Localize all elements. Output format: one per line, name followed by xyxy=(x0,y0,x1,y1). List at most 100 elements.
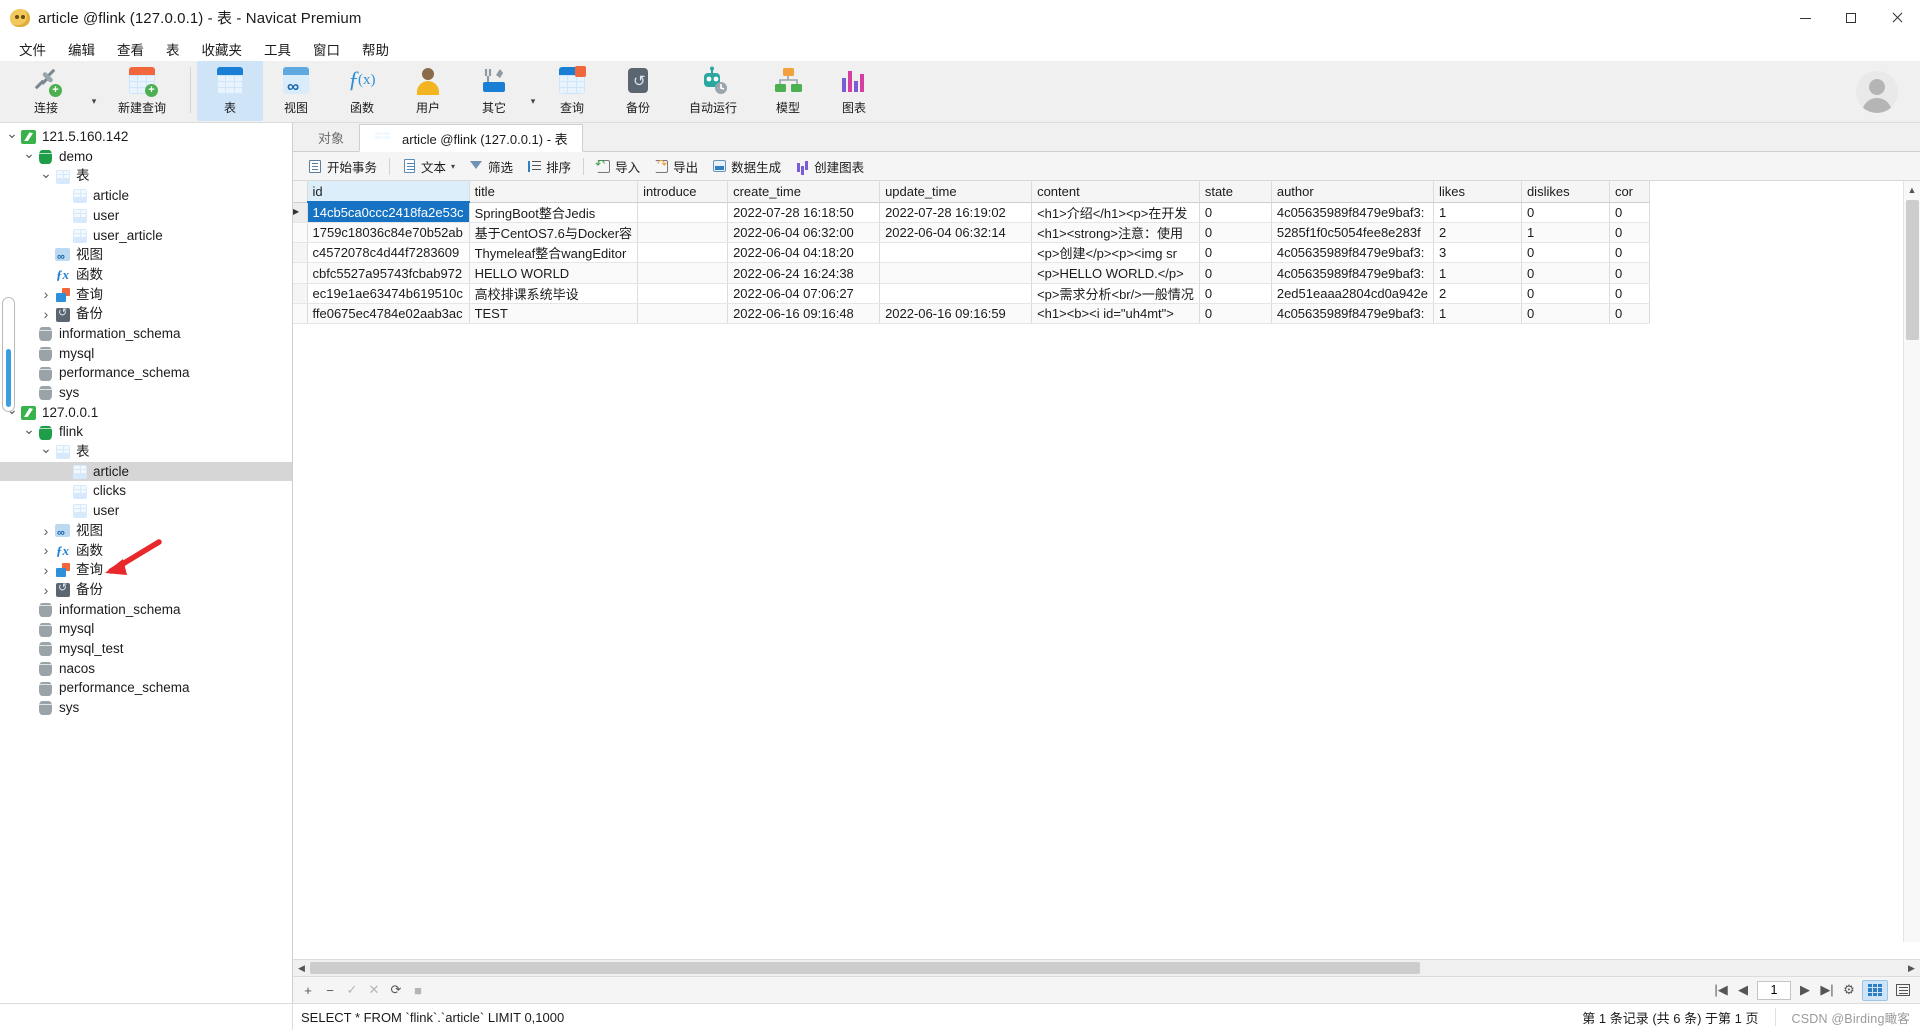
column-header-state[interactable]: state xyxy=(1199,181,1272,203)
cell-likes[interactable]: 1 xyxy=(1433,262,1522,284)
cell-introduce[interactable] xyxy=(637,262,729,284)
cell-author[interactable]: 4c05635989f8479e9baf3: xyxy=(1271,242,1434,264)
chevron-down-icon[interactable] xyxy=(38,443,54,460)
cell-cor[interactable]: 0 xyxy=(1609,222,1650,244)
tree-item-performance_schema[interactable]: performance_schema xyxy=(0,678,292,698)
cell-likes[interactable]: 2 xyxy=(1433,283,1522,304)
export-button[interactable]: 导出 xyxy=(647,155,705,178)
cell-author[interactable]: 4c05635989f8479e9baf3: xyxy=(1271,303,1434,325)
scroll-right-icon[interactable]: ▶ xyxy=(1903,960,1920,977)
hscroll-track[interactable] xyxy=(310,960,1903,977)
cell-content[interactable]: <p>需求分析<br/>一般情况 xyxy=(1031,283,1200,304)
ribbon-backup-button[interactable]: ↺ 备份 xyxy=(605,61,671,121)
menu-table[interactable]: 表 xyxy=(155,36,191,62)
cell-cor[interactable]: 0 xyxy=(1609,242,1650,264)
tree-item-[interactable]: ƒx 函数 xyxy=(0,540,292,560)
cell-cor[interactable]: 0 xyxy=(1609,283,1650,304)
cell-author[interactable]: 4c05635989f8479e9baf3: xyxy=(1271,262,1434,284)
column-header-introduce[interactable]: introduce xyxy=(637,181,729,203)
cell-introduce[interactable] xyxy=(637,283,729,304)
cell-state[interactable]: 0 xyxy=(1199,283,1272,304)
refresh-button[interactable]: ⟳ xyxy=(385,979,407,1001)
data-generate-button[interactable]: 数据生成 xyxy=(705,155,788,178)
cell-introduce[interactable] xyxy=(637,303,729,325)
menu-file[interactable]: 文件 xyxy=(8,36,57,62)
cell-author[interactable]: 5285f1f0c5054fee8e283f xyxy=(1271,222,1434,244)
first-page-button[interactable]: |◀ xyxy=(1710,979,1732,1001)
column-header-title[interactable]: title xyxy=(469,181,639,203)
tree-item-mysql[interactable]: mysql xyxy=(0,619,292,639)
tree-item-127001[interactable]: 127.0.0.1 xyxy=(0,403,292,423)
ribbon-connection-button[interactable]: + 连接 xyxy=(4,61,88,121)
ribbon-new-query-button[interactable]: + 新建查询 xyxy=(100,61,184,121)
sidebar-scrollbar[interactable] xyxy=(2,297,15,412)
text-button[interactable]: 文本 ▾ xyxy=(395,155,462,178)
cell-update_time[interactable]: 2022-06-16 09:16:59 xyxy=(879,303,1033,325)
ribbon-model-button[interactable]: 模型 xyxy=(755,61,821,121)
page-number-input[interactable]: 1 xyxy=(1757,980,1791,1000)
cell-dislikes[interactable]: 0 xyxy=(1521,283,1610,304)
table-row[interactable]: ▶ 14cb5ca0ccc2418fa2e53c SpringBoot整合Jedis… xyxy=(293,202,1650,223)
other-dropdown-caret-icon[interactable]: ▾ xyxy=(527,91,539,106)
cell-state[interactable]: 0 xyxy=(1199,222,1272,244)
prev-page-button[interactable]: ◀ xyxy=(1732,979,1754,1001)
minimize-button[interactable] xyxy=(1782,0,1828,36)
form-view-icon[interactable] xyxy=(1890,980,1916,1001)
cell-id[interactable]: ffe0675ec4784e02aab3ac xyxy=(307,303,470,325)
tree-item-mysql_test[interactable]: mysql_test xyxy=(0,639,292,659)
tree-item-[interactable]: ƒx 函数 xyxy=(0,265,292,285)
chevron-down-icon[interactable]: ▾ xyxy=(451,162,455,171)
row-header-cell[interactable] xyxy=(293,242,308,264)
tree-item-user[interactable]: user xyxy=(0,206,292,226)
tree-item-[interactable]: 查询 xyxy=(0,560,292,580)
cell-content[interactable]: <h1><strong>注意：使用 xyxy=(1031,222,1200,244)
close-button[interactable] xyxy=(1874,0,1920,36)
cell-cor[interactable]: 0 xyxy=(1609,202,1650,223)
tree-item-[interactable]: 表 xyxy=(0,166,292,186)
chevron-right-icon[interactable] xyxy=(38,306,54,322)
grid-vertical-scrollbar[interactable]: ▲ xyxy=(1903,181,1920,942)
tree-item-article[interactable]: article xyxy=(0,461,292,482)
grid-settings-button[interactable]: ⚙ xyxy=(1838,979,1860,1001)
row-header-cell[interactable]: ▶ xyxy=(293,202,308,223)
row-header-cell[interactable] xyxy=(293,262,308,284)
menu-edit[interactable]: 编辑 xyxy=(57,36,106,62)
cell-likes[interactable]: 3 xyxy=(1433,242,1522,264)
chevron-right-icon[interactable] xyxy=(38,582,54,598)
tree-item-[interactable]: 视图 xyxy=(0,521,292,541)
cell-state[interactable]: 0 xyxy=(1199,262,1272,284)
filter-button[interactable]: 筛选 xyxy=(462,155,520,178)
cell-content[interactable]: <h1>介绍</h1><p>在开发 xyxy=(1031,202,1200,223)
column-header-dislikes[interactable]: dislikes xyxy=(1521,181,1610,203)
cell-author[interactable]: 4c05635989f8479e9baf3: xyxy=(1271,202,1434,223)
ribbon-other-button[interactable]: 其它 xyxy=(461,61,527,121)
cell-id[interactable]: c4572078c4d44f7283609 xyxy=(307,242,470,264)
tree-item-article[interactable]: article xyxy=(0,186,292,206)
start-transaction-button[interactable]: 开始事务 xyxy=(301,155,384,178)
column-header-content[interactable]: content xyxy=(1031,181,1200,203)
column-header-author[interactable]: author xyxy=(1271,181,1434,203)
tree-item-[interactable]: 查询 xyxy=(0,285,292,305)
column-header-cor[interactable]: cor xyxy=(1609,181,1650,203)
cell-author[interactable]: 2ed51eaaa2804cd0a942e xyxy=(1271,283,1434,304)
cell-title[interactable]: TEST xyxy=(469,303,639,325)
cell-dislikes[interactable]: 0 xyxy=(1521,262,1610,284)
chevron-down-icon[interactable] xyxy=(21,424,37,441)
create-chart-button[interactable]: 创建图表 xyxy=(788,155,871,178)
add-record-button[interactable]: + xyxy=(297,979,319,1001)
menu-help[interactable]: 帮助 xyxy=(351,36,400,62)
ribbon-view-button[interactable]: ∞ 视图 xyxy=(263,61,329,121)
cell-create_time[interactable]: 2022-06-24 16:24:38 xyxy=(727,262,881,284)
menu-tools[interactable]: 工具 xyxy=(253,36,302,62)
cell-create_time[interactable]: 2022-06-04 07:06:27 xyxy=(727,283,881,304)
tree-item-user_article[interactable]: user_article xyxy=(0,225,292,245)
column-header-likes[interactable]: likes xyxy=(1433,181,1522,203)
tree-item-nacos[interactable]: nacos xyxy=(0,659,292,679)
cell-update_time[interactable]: 2022-07-28 16:19:02 xyxy=(879,202,1033,223)
cell-state[interactable]: 0 xyxy=(1199,303,1272,325)
connection-dropdown-caret-icon[interactable]: ▾ xyxy=(88,91,100,106)
tree-item-mysql[interactable]: mysql xyxy=(0,344,292,364)
cancel-edit-button[interactable]: ✕ xyxy=(363,979,385,1001)
tree-item-user[interactable]: user xyxy=(0,501,292,521)
cell-title[interactable]: SpringBoot整合Jedis xyxy=(469,202,639,223)
